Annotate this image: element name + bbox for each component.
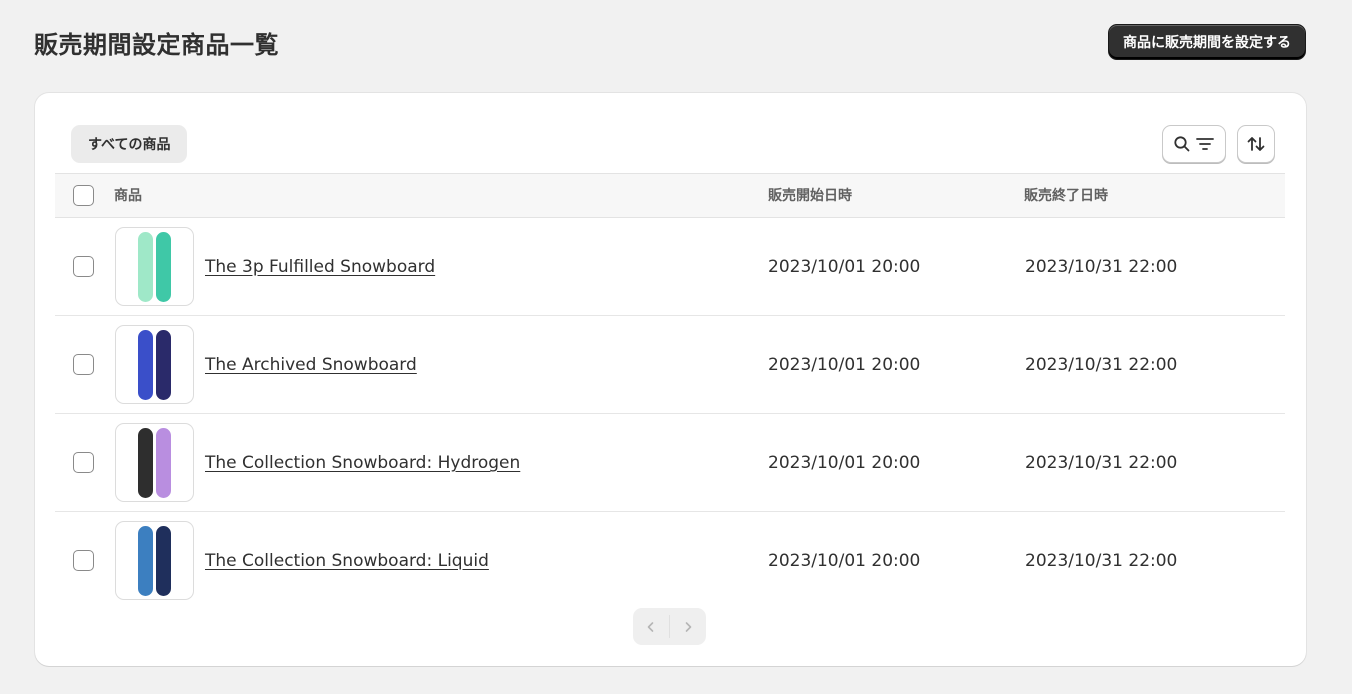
select-all-checkbox[interactable]: [73, 185, 94, 206]
set-sales-period-button[interactable]: 商品に販売期間を設定する: [1108, 24, 1306, 60]
table-header: 商品 販売開始日時 販売終了日時: [55, 173, 1285, 218]
previous-page-button[interactable]: [633, 608, 669, 645]
table-row: The Collection Snowboard: Hydrogen 2023/…: [55, 414, 1285, 512]
search-icon: [1174, 136, 1190, 152]
start-datetime: 2023/10/01 20:00: [768, 355, 921, 375]
snowboard-image: [138, 427, 153, 498]
table-row: The 3p Fulfilled Snowboard 2023/10/01 20…: [55, 218, 1285, 316]
filter-icon: [1196, 138, 1214, 150]
snowboard-image: [138, 231, 153, 302]
end-datetime: 2023/10/31 22:00: [1025, 257, 1178, 277]
tab-all-products[interactable]: すべての商品: [71, 125, 188, 163]
search-filter-button[interactable]: [1162, 125, 1226, 163]
column-header-start: 販売開始日時: [768, 188, 852, 204]
column-header-end: 販売終了日時: [1024, 188, 1108, 204]
pagination: [633, 608, 706, 645]
chevron-right-icon: [685, 621, 692, 632]
page-header: 販売期間設定商品一覧 商品に販売期間を設定する: [34, 22, 1306, 62]
table-row: The Collection Snowboard: Liquid 2023/10…: [55, 512, 1285, 610]
snowboard-image: [156, 525, 171, 596]
sort-button[interactable]: [1237, 125, 1275, 163]
start-datetime: 2023/10/01 20:00: [768, 551, 921, 571]
product-thumbnail: [115, 227, 194, 306]
products-card: すべての商品 商品 販売開始日時 販売終了日時 The 3p Fulfilled…: [35, 93, 1306, 666]
product-link[interactable]: The Collection Snowboard: Liquid: [205, 512, 489, 610]
product-thumbnail: [115, 325, 194, 404]
chevron-left-icon: [647, 621, 654, 632]
start-datetime: 2023/10/01 20:00: [768, 453, 921, 473]
table-row: The Archived Snowboard 2023/10/01 20:00 …: [55, 316, 1285, 414]
snowboard-image: [138, 525, 153, 596]
page-title: 販売期間設定商品一覧: [34, 30, 279, 59]
next-page-button[interactable]: [670, 608, 706, 645]
snowboard-image: [156, 427, 171, 498]
column-header-product: 商品: [114, 188, 142, 204]
product-thumbnail: [115, 521, 194, 600]
product-link[interactable]: The Archived Snowboard: [205, 316, 417, 414]
row-checkbox[interactable]: [73, 256, 94, 277]
product-link[interactable]: The Collection Snowboard: Hydrogen: [205, 414, 520, 512]
product-thumbnail: [115, 423, 194, 502]
tab-bar: すべての商品: [71, 125, 1276, 165]
products-table: 商品 販売開始日時 販売終了日時 The 3p Fulfilled Snowbo…: [55, 173, 1285, 610]
end-datetime: 2023/10/31 22:00: [1025, 355, 1178, 375]
row-checkbox[interactable]: [73, 354, 94, 375]
snowboard-image: [138, 329, 153, 400]
start-datetime: 2023/10/01 20:00: [768, 257, 921, 277]
row-checkbox[interactable]: [73, 550, 94, 571]
sort-arrows-icon: [1247, 137, 1265, 151]
snowboard-image: [156, 231, 171, 302]
snowboard-image: [156, 329, 171, 400]
product-link[interactable]: The 3p Fulfilled Snowboard: [205, 218, 435, 316]
end-datetime: 2023/10/31 22:00: [1025, 453, 1178, 473]
row-checkbox[interactable]: [73, 452, 94, 473]
end-datetime: 2023/10/31 22:00: [1025, 551, 1178, 571]
